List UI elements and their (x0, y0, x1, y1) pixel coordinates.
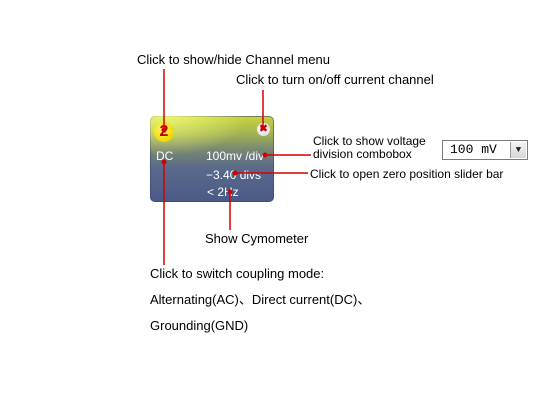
coupling-annotation-line3: Grounding(GND) (150, 318, 249, 333)
zero-position-button[interactable]: −3.40 divs (206, 168, 261, 182)
cymometer-annotation: Show Cymometer (205, 231, 309, 246)
coupling-mode-button[interactable]: DC (156, 149, 173, 163)
dropdown-arrow-icon[interactable]: ▼ (510, 142, 526, 158)
channel-number-button[interactable]: 2 (154, 122, 174, 142)
voltage-combo-annotation-line2: division combobox (313, 147, 412, 161)
frequency-readout: < 2Hz (207, 185, 239, 199)
coupling-annotation-line1: Click to switch coupling mode: (150, 266, 325, 281)
voltage-division-combobox[interactable]: 100 mV ▼ (442, 140, 528, 160)
channel-menu-annotation: Click to show/hide Channel menu (137, 52, 330, 67)
zero-slider-annotation: Click to open zero position slider bar (310, 167, 504, 181)
turn-onoff-annotation: Click to turn on/off current channel (236, 72, 434, 87)
combobox-value: 100 mV (450, 142, 497, 157)
volts-per-div-button[interactable]: 100mv /div (206, 149, 264, 163)
coupling-annotation-line2: Alternating(AC)、Direct current(DC)、 (150, 292, 371, 307)
voltage-combo-annotation-line1: Click to show voltage (313, 134, 426, 148)
channel-panel: 2 ✖ DC 100mv /div −3.40 divs < 2Hz (150, 116, 274, 202)
channel-toggle-icon[interactable]: ✖ (257, 123, 270, 136)
